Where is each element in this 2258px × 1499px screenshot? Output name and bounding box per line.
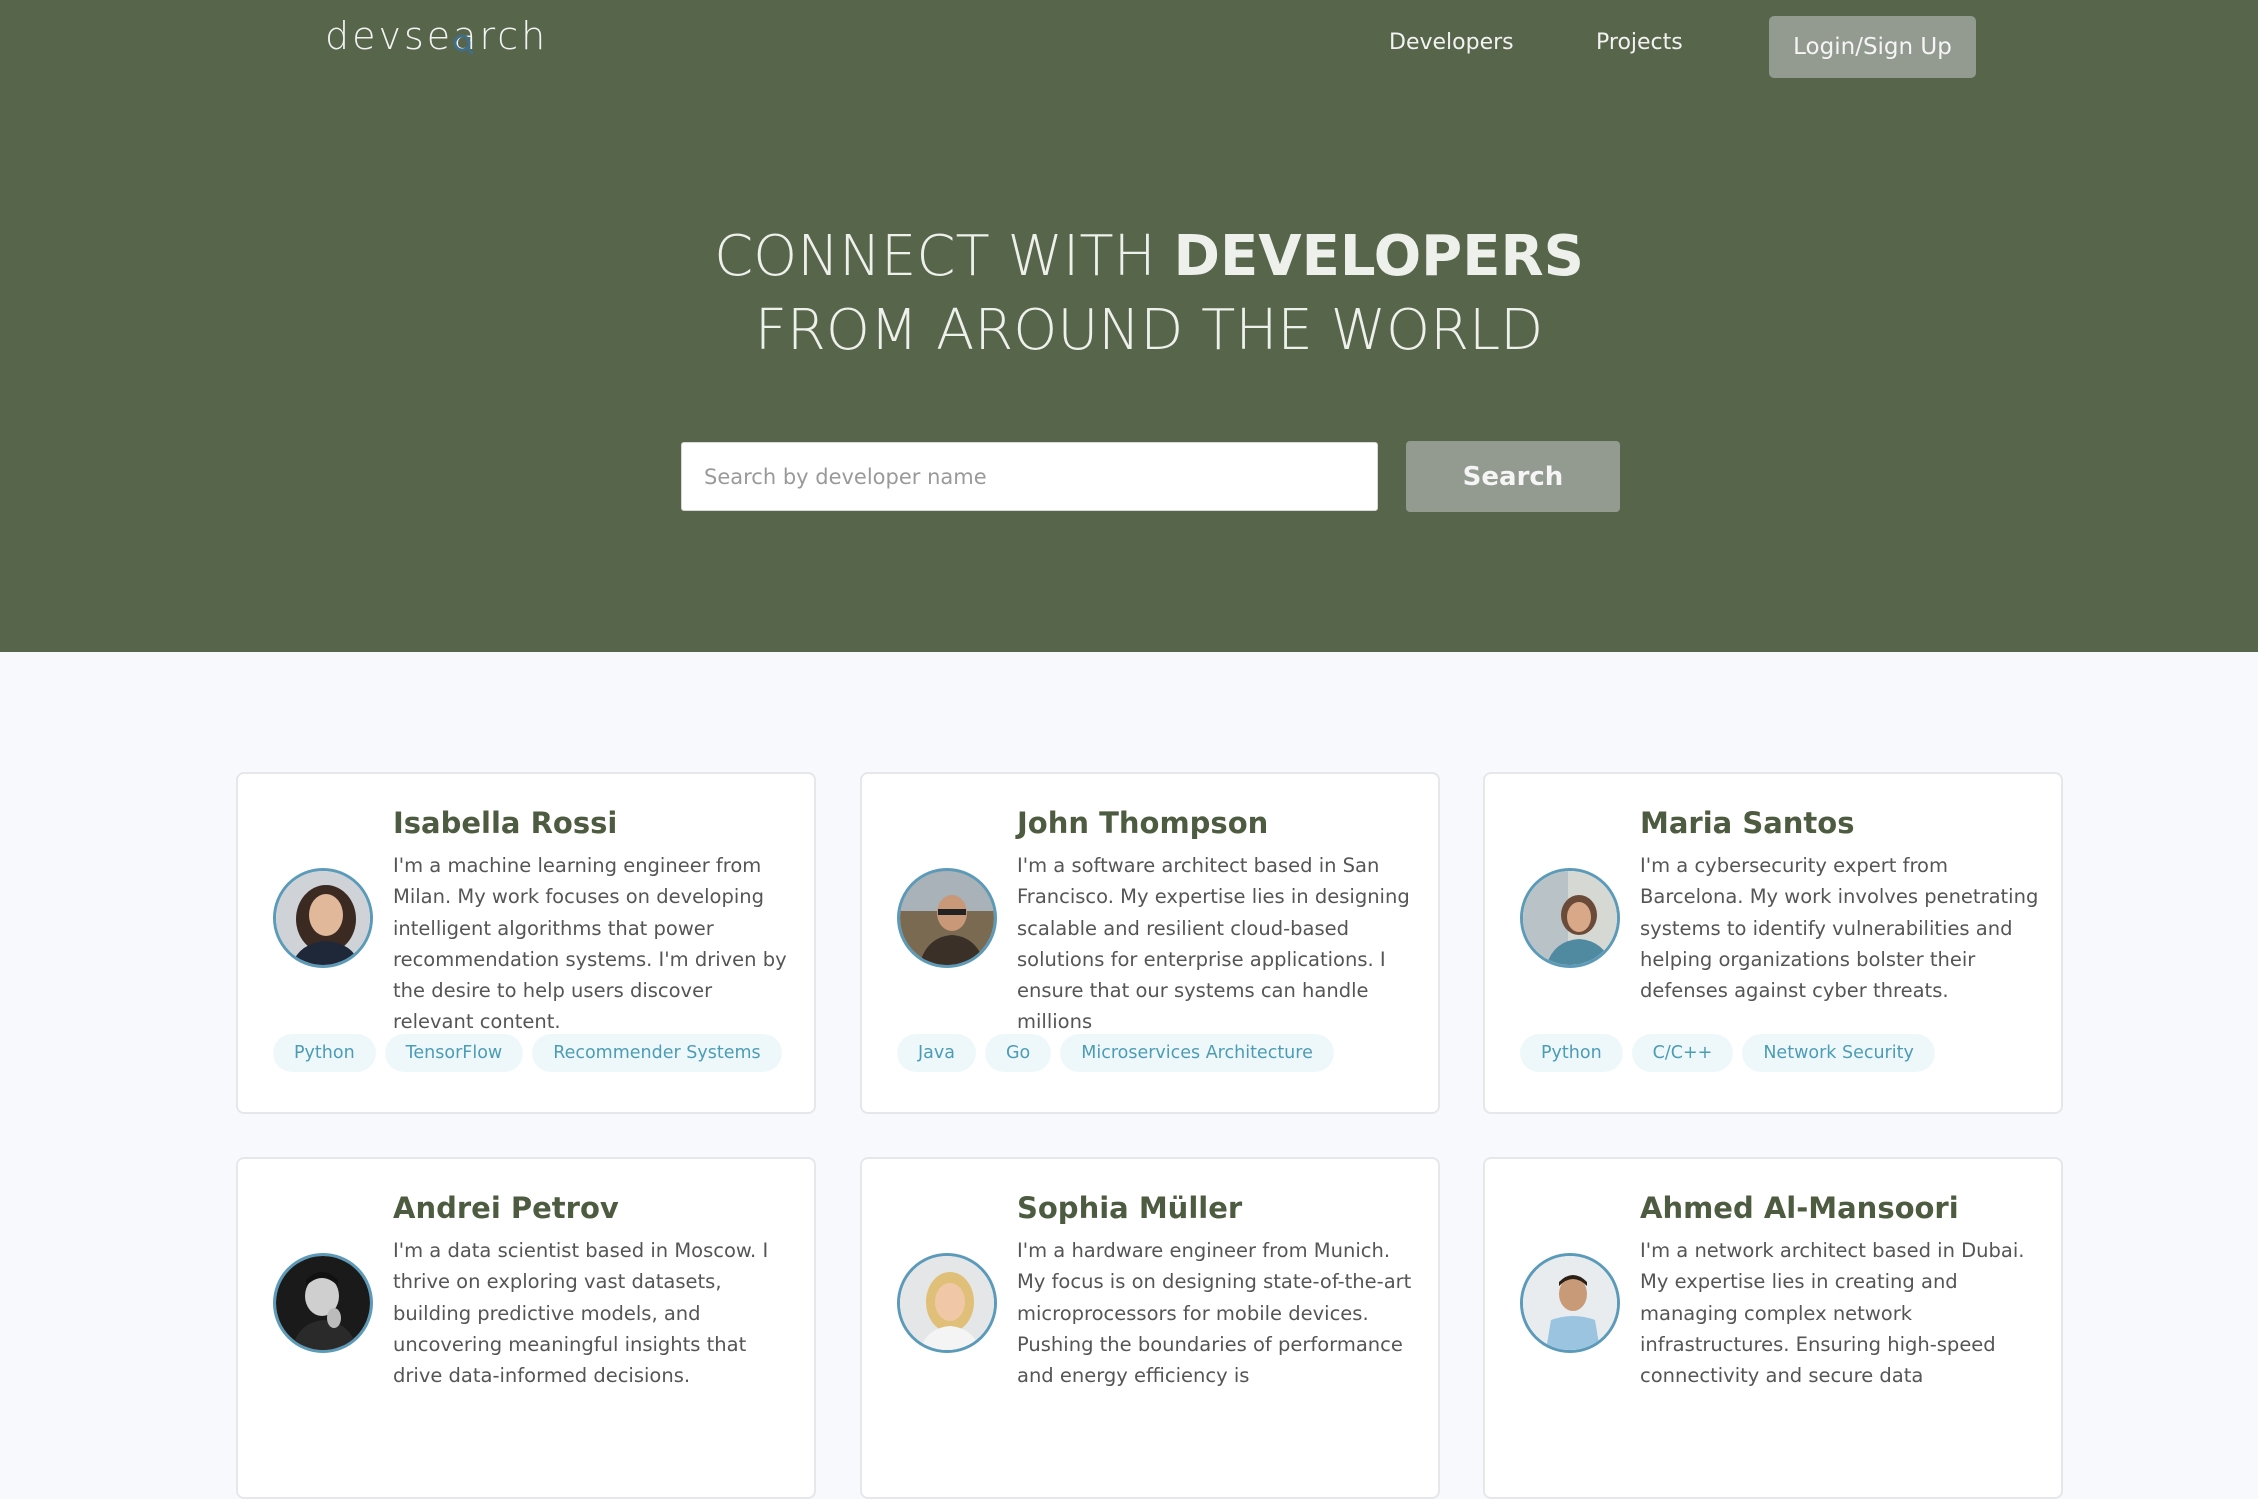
developer-card[interactable]: Ahmed Al-Mansoori I'm a network architec… xyxy=(1483,1157,2063,1499)
nav-developers-link[interactable]: Developers xyxy=(1389,30,1514,55)
search-button[interactable]: Search xyxy=(1406,441,1620,512)
search-input[interactable] xyxy=(681,442,1378,511)
skill-tags: Java Go Microservices Architecture xyxy=(897,1034,1334,1072)
developer-card[interactable]: Maria Santos I'm a cybersecurity expert … xyxy=(1483,772,2063,1114)
portrait-icon xyxy=(900,871,994,965)
developer-avatar xyxy=(897,1253,997,1353)
portrait-icon xyxy=(276,1256,370,1350)
developer-card[interactable]: Isabella Rossi I'm a machine learning en… xyxy=(236,772,816,1114)
skill-tag: Microservices Architecture xyxy=(1060,1034,1334,1072)
skill-tag: Recommender Systems xyxy=(532,1034,782,1072)
hero-title-light: CONNECT WITH xyxy=(714,224,1174,289)
developer-name: Ahmed Al-Mansoori xyxy=(1640,1191,1959,1225)
hero-header: devsea rch Developers Projects Login/Sign… xyxy=(0,0,2258,652)
developer-avatar xyxy=(273,868,373,968)
skill-tag: C/C++ xyxy=(1631,1034,1734,1072)
developer-bio: I'm a hardware engineer from Munich. My … xyxy=(1017,1239,1412,1388)
logo-text-end: rch xyxy=(479,14,549,58)
developer-avatar xyxy=(273,1253,373,1353)
logo-text-start: devse xyxy=(325,14,454,58)
developer-avatar xyxy=(897,868,997,968)
developer-bio: I'm a software architect based in San Fr… xyxy=(1017,854,1410,1034)
skill-tags: Python TensorFlow Recommender Systems xyxy=(273,1034,782,1072)
skill-tag: Python xyxy=(273,1034,376,1072)
portrait-icon xyxy=(1523,1256,1617,1350)
developer-name: John Thompson xyxy=(1017,806,1269,840)
login-signup-button[interactable]: Login/Sign Up xyxy=(1769,16,1976,78)
developer-bio: I'm a cybersecurity expert from Barcelon… xyxy=(1640,854,2039,1003)
hero-title: CONNECT WITH DEVELOPERS FROM AROUND THE … xyxy=(0,220,2258,368)
developer-card[interactable]: Sophia Müller I'm a hardware engineer fr… xyxy=(860,1157,1440,1499)
developer-name: Maria Santos xyxy=(1640,806,1855,840)
developer-avatar xyxy=(1520,1253,1620,1353)
skill-tag: Python xyxy=(1520,1034,1623,1072)
portrait-icon xyxy=(1523,871,1617,965)
skill-tag: Network Security xyxy=(1742,1034,1935,1072)
developer-avatar xyxy=(1520,868,1620,968)
portrait-icon xyxy=(276,871,370,965)
developer-bio: I'm a machine learning engineer from Mil… xyxy=(393,854,787,1034)
logo[interactable]: devsea rch xyxy=(325,14,548,58)
skill-tag: Go xyxy=(984,1034,1052,1072)
nav-projects-link[interactable]: Projects xyxy=(1596,30,1683,55)
developer-bio: I'm a network architect based in Dubai. … xyxy=(1640,1239,2025,1388)
skill-tags: Python C/C++ Network Security xyxy=(1520,1034,1935,1072)
hero-title-bold: DEVELOPERS xyxy=(1173,224,1584,289)
developer-name: Sophia Müller xyxy=(1017,1191,1243,1225)
logo-lens: a xyxy=(453,14,479,58)
portrait-icon xyxy=(900,1256,994,1350)
skill-tag: Java xyxy=(897,1034,976,1072)
developer-name: Andrei Petrov xyxy=(393,1191,619,1225)
developer-name: Isabella Rossi xyxy=(393,806,618,840)
developer-card[interactable]: John Thompson I'm a software architect b… xyxy=(860,772,1440,1114)
hero-title-line2: FROM AROUND THE WORLD xyxy=(754,298,1544,363)
magnifier-icon xyxy=(453,34,475,56)
developer-bio: I'm a data scientist based in Moscow. I … xyxy=(393,1239,769,1388)
skill-tag: TensorFlow xyxy=(384,1034,524,1072)
developer-card[interactable]: Andrei Petrov I'm a data scientist based… xyxy=(236,1157,816,1499)
